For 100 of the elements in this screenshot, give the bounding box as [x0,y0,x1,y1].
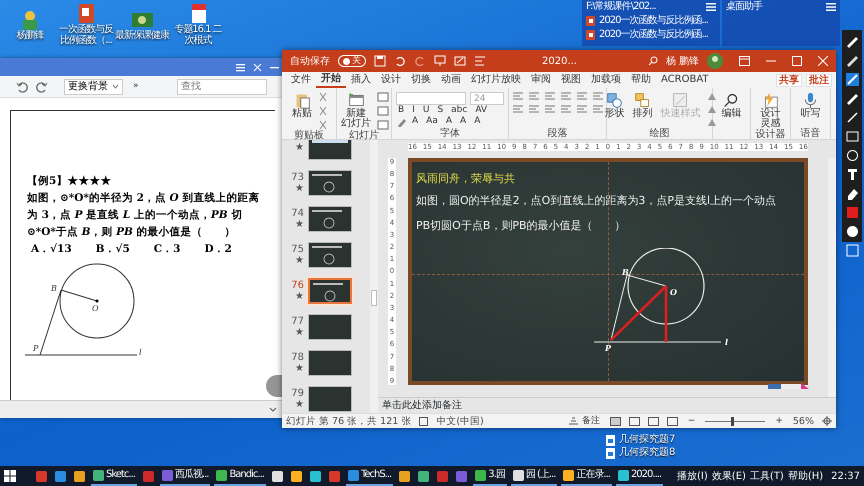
paragraph-format-icon[interactable] [560,105,572,114]
slide-thumbnail[interactable] [308,140,352,160]
cut-icon[interactable] [318,92,328,102]
document-icon[interactable] [606,448,615,458]
slide-thumbnail[interactable] [308,206,352,232]
tray-menu-item[interactable]: 效果(E) [712,468,746,484]
menu-tab[interactable]: 审阅 [526,73,556,87]
color-swatch-icon[interactable] [844,205,860,220]
menu-icon[interactable] [706,3,716,11]
highlighter-icon[interactable] [396,116,406,126]
taskbar-app[interactable]: Bandic... [214,466,266,486]
menu-tab[interactable]: 加载项 [586,73,626,87]
search-field[interactable]: 查找 [177,78,267,94]
paragraph-format-icon[interactable] [528,92,540,101]
app-icon[interactable] [399,470,410,482]
menu-icon[interactable] [236,62,245,72]
slide-thumbnail[interactable] [308,386,352,412]
app-icon[interactable] [418,470,430,482]
reading-view-icon[interactable] [648,416,659,426]
menu-tab[interactable]: 视图 [556,73,586,87]
marker-icon[interactable] [844,53,860,68]
menu-tab[interactable]: 插入 [346,73,376,87]
taskbar-app[interactable]: 2020.... [616,466,664,486]
desktop-icon-label[interactable]: 专题16.1 二次根式 [170,24,226,46]
redo-icon[interactable] [36,80,48,92]
ribbon-button[interactable]: 形状 [602,92,626,119]
menu-tab[interactable]: 动画 [436,73,466,87]
ribbon-button[interactable]: 设计 灵感 [758,92,782,129]
file-name[interactable]: 几何探究题7 [619,434,676,446]
maximize-icon[interactable] [792,56,802,66]
normal-view-icon[interactable] [610,416,621,426]
start-icon[interactable] [4,470,16,482]
undo-icon[interactable] [16,80,28,92]
dot-icon[interactable] [844,224,860,239]
menu-tab[interactable]: 幻灯片放映 [466,73,526,87]
desktop-icon-label[interactable]: 杨鹏锋 [2,30,58,40]
tray-menu-item[interactable]: 帮助(H) [788,468,824,484]
sorter-view-icon[interactable] [628,416,640,426]
close-icon[interactable] [818,56,828,66]
paragraph-format-icon[interactable] [592,92,604,101]
format-button[interactable]: abc [449,105,470,116]
document-icon[interactable] [606,434,615,446]
circle-icon[interactable] [844,148,860,163]
line-icon[interactable] [844,110,860,125]
slide-thumbnail[interactable] [308,314,352,340]
desktop-icon-label[interactable]: 一次函数与反比例函数（... [58,24,114,46]
slide-thumbnail[interactable] [308,170,352,196]
paragraph-format-icon[interactable] [528,105,540,114]
share-button[interactable]: 共享 [776,74,802,86]
slide-thumbnail[interactable] [308,242,352,268]
background-dropdown[interactable]: 更换背景 [64,78,123,94]
ribbon-button[interactable]: 听写 [798,92,822,119]
format-button[interactable]: U [420,105,432,116]
file-name[interactable]: 2020一次函数与反比例函... [599,28,708,42]
taskbar-app[interactable]: 西瓜视... [160,466,210,486]
taskbar-app[interactable]: Sketc... [91,466,137,486]
comments-button[interactable]: 批注 [806,74,832,86]
save-icon[interactable] [374,55,386,67]
app-icon[interactable] [310,470,321,482]
language-indicator[interactable]: 中文(中国) [436,414,484,428]
paragraph-format-icon[interactable] [560,92,572,101]
menu-icon[interactable] [826,3,836,11]
format-button[interactable]: A [472,116,482,127]
pen-icon[interactable] [844,91,860,106]
taskbar-app[interactable]: 园 (上... [510,466,558,486]
avatar-icon[interactable] [707,53,723,69]
file-name[interactable]: 2020一次函数与反比例函... [599,14,708,28]
scrollbar-thumb[interactable] [371,290,377,306]
fit-icon[interactable] [822,416,832,426]
format-button[interactable]: B [396,105,406,116]
app-icon[interactable] [290,470,302,482]
slide-thumbnail[interactable] [308,278,352,304]
tray-menu-item[interactable]: 播放(I) [677,468,708,484]
file-name[interactable]: 几何探究题8 [619,447,676,459]
format-button[interactable]: I [410,105,417,116]
zoom-slider-thumb[interactable] [730,416,734,426]
paragraph-format-icon[interactable] [512,92,524,101]
zoom-percentage[interactable]: 56% [792,414,814,428]
notes-button[interactable]: 备注 [566,416,602,426]
format-button[interactable]: A [444,116,454,127]
fullscreen-icon[interactable] [253,62,262,72]
desktop-icon-label[interactable]: 最新保课健康 [114,30,170,40]
more-button[interactable]: » [131,81,141,92]
ribbon-button[interactable]: 新建 幻灯片 [339,92,373,129]
line-icon[interactable] [844,72,860,87]
paragraph-format-icon[interactable] [544,92,556,101]
ribbon-button[interactable]: 编辑 [720,92,744,119]
search-icon[interactable] [648,56,658,66]
paragraph-format-icon[interactable] [576,105,588,114]
paragraph-format-icon[interactable] [576,92,588,101]
format-button[interactable]: A [410,116,420,127]
paragraph-format-icon[interactable] [512,105,524,114]
zoom-out-button[interactable]: − [686,416,698,426]
pen-icon[interactable] [844,34,860,49]
menu-tab[interactable]: 切换 [406,73,436,87]
zoom-in-button[interactable]: + [773,416,785,426]
menu-tab[interactable]: 设计 [376,73,406,87]
paragraph-format-icon[interactable] [544,105,556,114]
ribbon-button[interactable]: 粘贴 [290,92,314,119]
menu-tab[interactable]: 文件 [286,73,316,87]
